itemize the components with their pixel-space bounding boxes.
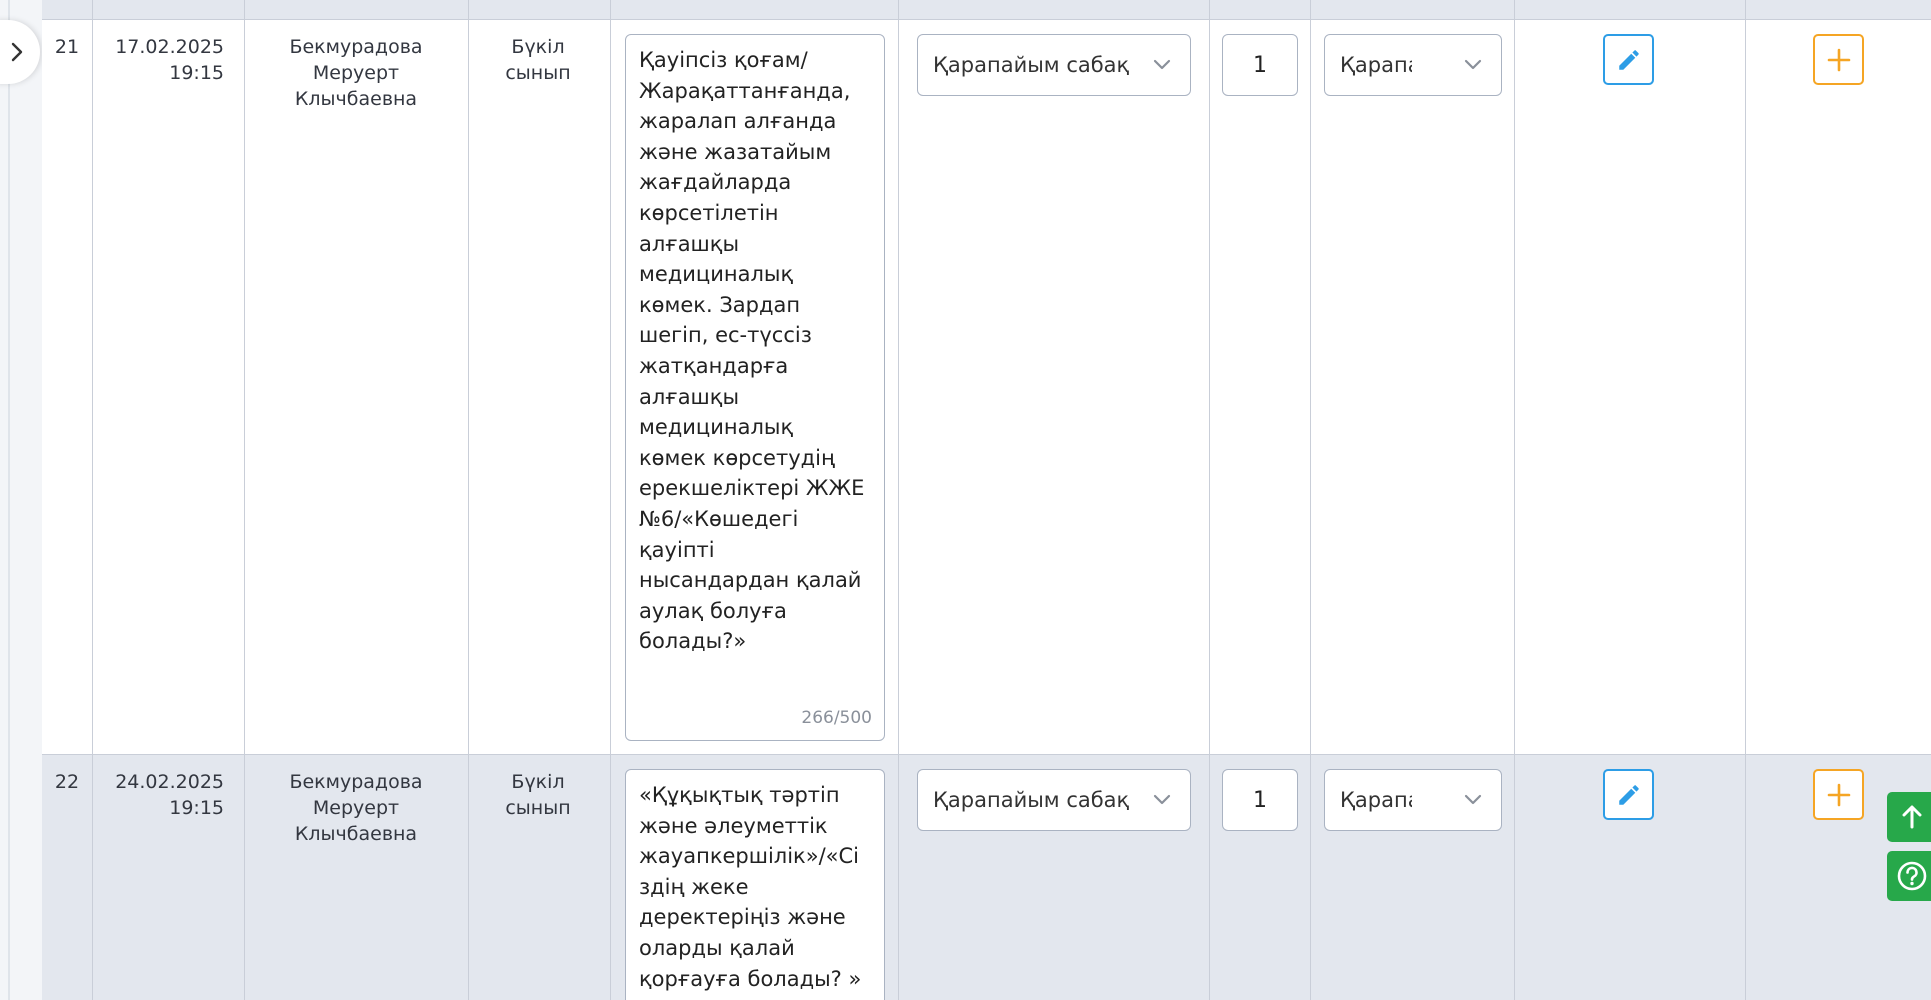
topic-line: оларды қалай <box>639 935 795 960</box>
topic-line: жатқандарға <box>639 353 789 378</box>
lesson-journal-page: 21 17.02.2025 19:15 Бекмурадова Меруерт … <box>0 0 1931 1000</box>
topic-line: аулақ болуға <box>639 598 787 623</box>
edit-button[interactable] <box>1603 34 1654 85</box>
hours-input[interactable]: 1 <box>1222 769 1298 831</box>
topic-line: көмек. Зардап <box>639 292 801 317</box>
topic-line: қорғауға болады? » <box>639 966 862 991</box>
topic-line: алғашқы <box>639 384 740 409</box>
teacher-name: Бекмурадова Меруерт Клычбаевна <box>244 20 468 112</box>
hours-input[interactable]: 1 <box>1222 34 1298 96</box>
lesson-date: 17.02.2025 <box>115 36 224 58</box>
lesson-type-select[interactable]: Қарапайым сабақ <box>917 769 1191 831</box>
table-row: 21 17.02.2025 19:15 Бекмурадова Меруерт … <box>42 20 1931 755</box>
topic-line: ерекшеліктері ЖЖЕ <box>639 476 865 501</box>
topic-line: жаралап алғанда <box>639 109 837 134</box>
topic-line: жағдайларда <box>639 170 792 195</box>
help-button[interactable] <box>1887 851 1931 901</box>
scroll-to-top-button[interactable] <box>1887 792 1931 842</box>
topic-line: нысандардан қалай <box>639 568 862 593</box>
lesson-time: 19:15 <box>169 62 224 84</box>
topic-line: медициналық <box>639 415 794 440</box>
question-circle-icon <box>1897 861 1927 891</box>
teacher-surname: Бекмурадова <box>289 36 423 58</box>
char-counter: 266/500 <box>801 708 872 729</box>
topic-line: «Құқықтық тәртіп <box>639 783 840 807</box>
topic-line: медициналық <box>639 262 794 287</box>
column-divider <box>610 0 611 1000</box>
audience-line: Бүкіл <box>511 36 565 58</box>
pencil-icon <box>1618 784 1639 805</box>
audience-line: Бүкіл <box>511 771 565 793</box>
chevron-down-icon <box>1464 59 1482 70</box>
topic-line: және әлеуметтік <box>639 813 828 838</box>
add-button[interactable] <box>1813 769 1864 820</box>
grade-type-select[interactable]: Қарапа <box>1324 34 1502 96</box>
table-header-strip <box>42 0 1931 20</box>
column-divider <box>244 0 245 1000</box>
topic-line: болады?» <box>639 629 747 654</box>
chevron-right-icon <box>11 42 23 62</box>
chevron-down-icon <box>1153 59 1171 70</box>
teacher-surname: Бекмурадова <box>289 771 423 793</box>
column-divider <box>92 0 93 1000</box>
lesson-type-value: Қарапайым сабақ <box>933 788 1130 812</box>
teacher-patronymic: Клычбаевна <box>294 88 418 110</box>
topic-line: деректеріңіз және <box>639 905 846 930</box>
column-divider <box>468 0 469 1000</box>
column-divider <box>898 0 899 1000</box>
topic-line: №6/«Көшедегі <box>639 506 799 531</box>
row-number: 21 <box>54 36 80 58</box>
left-gutter <box>0 0 42 1000</box>
column-divider <box>1209 0 1210 1000</box>
plus-icon <box>1827 48 1850 71</box>
lesson-datetime: 17.02.2025 19:15 <box>92 20 244 86</box>
table-row: 22 24.02.2025 19:15 Бекмурадова Меруерт … <box>42 755 1931 1000</box>
chevron-down-icon <box>1153 794 1171 805</box>
edit-button[interactable] <box>1603 769 1654 820</box>
lessons-table: 21 17.02.2025 19:15 Бекмурадова Меруерт … <box>42 0 1931 1000</box>
topic-line: көрсетілетін <box>639 200 779 225</box>
topic-line: қауіпті <box>639 537 715 562</box>
column-divider <box>1514 0 1515 1000</box>
teacher-first-name: Меруерт <box>312 797 400 819</box>
lesson-datetime: 24.02.2025 19:15 <box>92 755 244 821</box>
audience-line: сынып <box>505 797 571 819</box>
arrow-up-icon <box>1902 805 1922 829</box>
topic-line: Жарақаттанғанда, <box>639 78 851 103</box>
topic-line: жауапкершілік»/«Сі <box>639 844 860 869</box>
topic-line: шегіп, ес-түссіз <box>639 323 812 348</box>
row-number: 22 <box>54 771 80 793</box>
column-divider <box>1745 0 1746 1000</box>
audience: Бүкіл сынып <box>468 755 608 821</box>
teacher-first-name: Меруерт <box>312 62 400 84</box>
teacher-patronymic: Клычбаевна <box>294 823 418 845</box>
grade-type-select[interactable]: Қарапа <box>1324 769 1502 831</box>
audience: Бүкіл сынып <box>468 20 608 86</box>
column-divider <box>1310 0 1311 1000</box>
topic-textarea[interactable]: Қауіпсіз қоғам/ Жарақаттанғанда, жаралап… <box>625 34 885 741</box>
add-button[interactable] <box>1813 34 1864 85</box>
topic-line: және жазатайым <box>639 139 832 164</box>
topic-line: здің жеке <box>639 874 749 899</box>
grade-type-value: Қарапа <box>1340 53 1412 77</box>
lesson-type-select[interactable]: Қарапайым сабақ <box>917 34 1191 96</box>
topic-line: Қауіпсіз қоғам/ <box>639 48 808 72</box>
topic-line: алғашқы <box>639 231 740 256</box>
topic-line: көмек көрсетудің <box>639 445 835 470</box>
plus-icon <box>1827 783 1850 806</box>
lesson-type-value: Қарапайым сабақ <box>933 53 1130 77</box>
teacher-name: Бекмурадова Меруерт Клычбаевна <box>244 755 468 847</box>
audience-line: сынып <box>505 62 571 84</box>
gutter-divider <box>8 0 10 1000</box>
topic-textarea[interactable]: «Құқықтық тәртіп және әлеуметтік жауапке… <box>625 769 885 1000</box>
grade-type-value: Қарапа <box>1340 788 1412 812</box>
chevron-down-icon <box>1464 794 1482 805</box>
lesson-date: 24.02.2025 <box>115 771 224 793</box>
pencil-icon <box>1618 49 1639 70</box>
lesson-time: 19:15 <box>169 797 224 819</box>
